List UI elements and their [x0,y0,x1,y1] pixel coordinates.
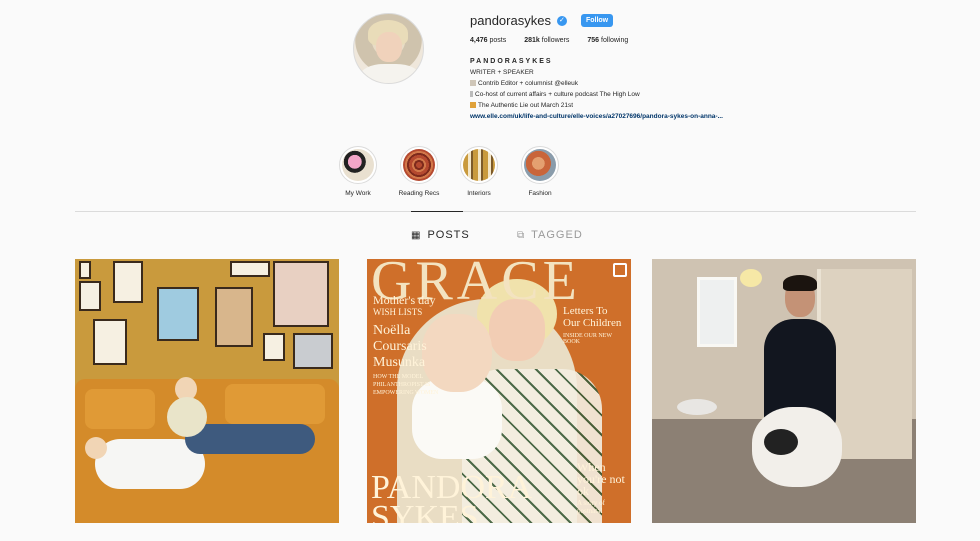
highlight-label: My Work [345,190,371,197]
picture-frame [273,261,329,327]
carousel-icon [613,263,627,277]
cover-text: WISH LISTS [373,307,423,317]
picture-frame [263,333,285,361]
tagged-icon: ⧉ [517,229,526,241]
avatar-shirt [360,64,420,83]
tab-tagged[interactable]: ⧉ TAGGED [517,229,583,241]
picture-frame [113,261,143,303]
sofa-cushion [85,389,155,429]
highlight-cover [342,149,374,181]
bio-line: Co-host of current affairs + culture pod… [470,89,770,100]
bio-line: WRITER + SPEAKER [470,69,534,76]
microphone-icon [470,91,473,97]
cover-text: Musunka [373,355,426,370]
jeans [185,424,315,454]
highlight-my-work[interactable]: My Work [328,146,388,197]
lamp [740,269,762,287]
cover-text: HOW THE MODEL PHILANTHROPIST IS EMPOWERI… [373,374,439,396]
picture-frame [293,333,333,369]
cover-text: When you're not ok [577,460,625,498]
post-thumbnail[interactable] [652,259,916,523]
highlight-ring [460,146,498,184]
profile-bio: PANDORASYKES WRITER + SPEAKER Contrib Ed… [470,56,770,122]
cover-text: PANDORA SYKES [371,469,531,524]
username: pandorasykes [470,13,551,28]
stat-followers[interactable]: 281k followers [524,37,569,44]
picture-frame [157,287,199,341]
highlight-ring [521,146,559,184]
highlight-interiors[interactable]: Interiors [449,146,509,197]
tab-tagged-label: TAGGED [531,229,583,241]
stool [677,399,717,415]
username-row: pandorasykes ✓ Follow [470,13,614,28]
highlight-reading-recs[interactable]: Reading Recs [389,146,449,197]
bio-name: PANDORASYKES [470,58,553,65]
highlight-ring [339,146,377,184]
bio-line: Contrib Editor + columnist @elleuk [470,78,770,89]
grid-icon: ▦ [411,229,422,241]
man-hair [783,275,817,291]
stat-posts[interactable]: 4,476 posts [470,37,506,44]
post-thumbnail[interactable] [75,259,339,523]
cover-text: A story of postnatal [577,499,605,515]
follow-button[interactable]: Follow [580,14,614,27]
sofa-cushion [225,384,325,424]
cover-text: Coursaris [373,339,427,354]
highlight-label: Reading Recs [398,190,440,197]
verified-badge-icon: ✓ [556,15,567,26]
highlight-cover [403,149,435,181]
picture-frame [230,261,270,277]
notebook-icon [470,80,476,86]
section-divider [75,211,916,212]
person-face [85,437,107,459]
highlight-ring [400,146,438,184]
baby-outfit [167,397,207,437]
cover-text: Noëlla [373,323,411,338]
profile-avatar[interactable] [353,13,424,84]
sheep-head [764,429,798,455]
bio-line: The Authentic Lie out March 21st [470,100,770,111]
picture-frame [215,287,253,347]
picture-frame [79,281,101,311]
highlight-label: Fashion [528,190,552,197]
picture-frame [79,261,91,279]
active-tab-indicator [411,211,463,212]
picture-frame [93,319,127,365]
tab-posts[interactable]: ▦ POSTS [411,229,470,241]
profile-stats: 4,476 posts 281k followers 756 following [470,37,628,44]
bio-link[interactable]: www.elle.com/uk/life-and-culture/elle-vo… [470,111,770,122]
cover-text: Mother's day [373,293,436,307]
highlight-label: Interiors [467,190,491,197]
stat-following[interactable]: 756 following [587,37,628,44]
highlight-cover [463,149,495,181]
tab-posts-label: POSTS [427,229,470,241]
highlight-cover [524,149,556,181]
cover-text: Letters To Our Children [563,305,622,329]
window [697,277,737,347]
avatar-face [376,32,402,62]
cover-text: INSIDE OUR NEW BOOK [563,333,612,345]
post-thumbnail-magazine-cover[interactable]: GRACE Mother's day WISH LISTS Noëlla Cou… [367,259,631,523]
highlight-fashion[interactable]: Fashion [510,146,570,197]
book-icon [470,102,476,108]
